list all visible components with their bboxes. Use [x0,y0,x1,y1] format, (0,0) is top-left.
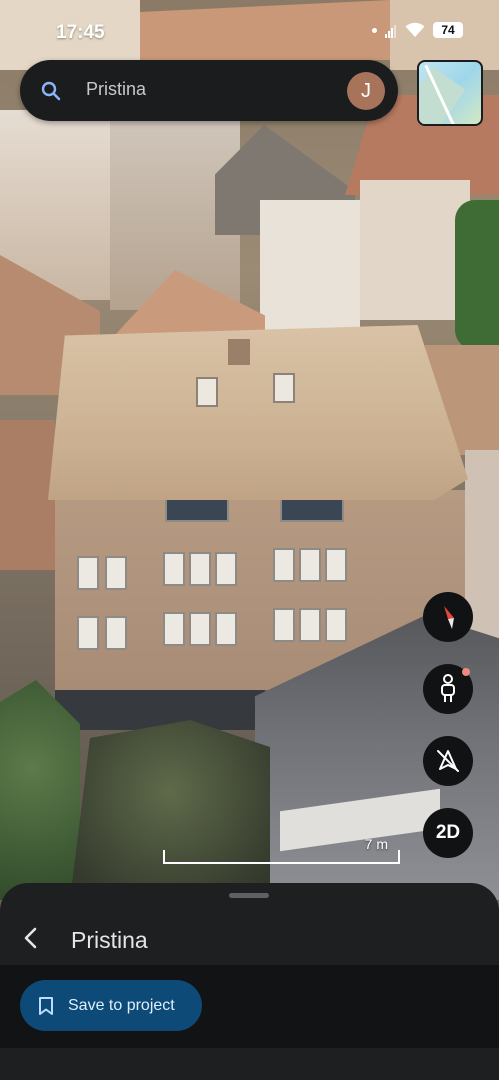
window [189,552,211,586]
rooftop [48,325,468,500]
building [360,180,470,320]
roof-window [196,377,218,407]
status-bar: 17:45 74 [0,0,499,64]
rooftop [0,420,55,570]
window [105,556,127,590]
window [325,548,347,582]
street-view-button[interactable] [423,664,473,714]
avatar[interactable]: J [347,72,385,110]
tilt-toggle-button[interactable] [423,736,473,786]
cell-signal-icon [385,22,397,38]
place-bottom-sheet[interactable]: Pristina Save to project [0,883,499,1080]
window [325,608,347,642]
save-button-label: Save to project [68,996,175,1014]
chimney [228,339,250,365]
search-input[interactable]: Pristina [86,79,146,100]
tree [70,720,270,900]
tree [455,200,499,350]
status-time: 17:45 [56,22,105,43]
window [215,612,237,646]
notification-dot-icon [372,27,377,33]
drag-handle[interactable] [229,893,269,898]
search-bar[interactable]: Pristina J [20,60,398,121]
window [163,552,185,586]
search-icon[interactable] [40,80,62,102]
rooftop [55,690,265,730]
place-title: Pristina [71,927,148,953]
back-button[interactable] [14,921,48,955]
save-to-project-button[interactable]: Save to project [20,980,202,1031]
bookmark-icon [39,996,53,1015]
navigation-off-icon [437,750,459,772]
wifi-icon [405,22,425,38]
battery-icon: 74 [433,22,463,38]
window [299,608,321,642]
notification-dot-icon [462,668,470,676]
window [299,548,321,582]
window [77,616,99,650]
window [215,552,237,586]
window [105,616,127,650]
view-mode-label: 2D [435,822,461,843]
status-icons: 74 [372,22,463,38]
view-mode-2d-button[interactable]: 2D [423,808,473,858]
roof-window [273,373,295,403]
window [77,556,99,590]
window [189,612,211,646]
sheet-footer [0,1048,499,1080]
compass-button[interactable] [423,592,473,642]
window [163,612,185,646]
scale-label: 7 m [364,836,388,852]
window [273,608,295,642]
tree [0,680,80,900]
compass-icon [444,606,454,629]
chevron-left-icon [24,927,37,949]
minimap-thumbnail[interactable] [417,60,483,126]
building [260,200,360,330]
window [273,548,295,582]
scale-bar: 7 m [163,836,400,864]
pegman-icon [441,674,455,702]
